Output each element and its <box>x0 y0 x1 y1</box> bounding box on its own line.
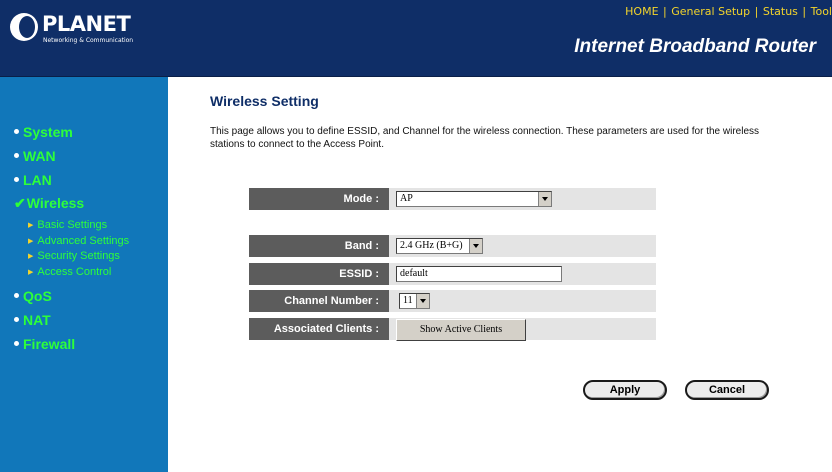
top-nav-status-link[interactable]: Status <box>763 5 798 18</box>
top-nav-tool-link[interactable]: Tool <box>811 5 832 18</box>
chevron-down-icon <box>469 239 482 253</box>
header-bar: PLANET Networking & Communication HOME |… <box>0 0 832 76</box>
product-title: Internet Broadband Router <box>574 36 816 57</box>
triangle-right-icon: ▶ <box>28 238 34 245</box>
sidebar-item-label: Wireless <box>26 195 85 211</box>
sidebar-item-qos[interactable]: QoS <box>14 288 52 305</box>
channel-select-value: 11 <box>403 295 413 306</box>
apply-button[interactable]: Apply <box>583 380 667 400</box>
sidebar-item-label: NAT <box>23 312 51 328</box>
dot-bullet-icon <box>14 128 19 134</box>
band-label: Band : <box>249 235 389 257</box>
top-nav-general-setup-link[interactable]: General Setup <box>671 5 750 18</box>
top-nav-separator: | <box>802 5 807 18</box>
channel-label: Channel Number : <box>249 290 389 312</box>
checkmark-icon: ✔ <box>14 195 26 211</box>
essid-label: ESSID : <box>249 263 389 285</box>
sidebar-item-label: LAN <box>23 172 52 188</box>
dot-bullet-icon <box>14 316 19 322</box>
mode-select-value: AP <box>400 193 413 204</box>
sidebar-subitem-advanced-settings[interactable]: ▶ Advanced Settings <box>28 234 129 250</box>
cancel-button[interactable]: Cancel <box>685 380 769 400</box>
associated-clients-row: Associated Clients : Show Active Clients <box>249 318 656 341</box>
top-nav-separator: | <box>754 5 759 18</box>
page-title: Wireless Setting <box>210 93 319 109</box>
band-select-value: 2.4 GHz (B+G) <box>400 240 463 251</box>
triangle-right-icon: ▶ <box>28 253 34 260</box>
sidebar-subitem-access-control[interactable]: ▶ Access Control <box>28 265 111 281</box>
sidebar-item-label: WAN <box>23 148 56 164</box>
essid-row: ESSID : default <box>249 263 656 285</box>
essid-field[interactable]: default <box>396 266 562 282</box>
top-nav-home-link[interactable]: HOME <box>625 5 658 18</box>
main-content: Wireless Setting This page allows you to… <box>168 77 832 472</box>
band-row: Band : 2.4 GHz (B+G) <box>249 235 656 257</box>
sidebar: System WAN LAN ✔Wireless ▶ Basic Settings… <box>0 77 168 472</box>
sidebar-item-label: QoS <box>23 288 52 304</box>
top-nav: HOME | General Setup | Status | Tool <box>625 5 832 19</box>
triangle-right-icon: ▶ <box>28 269 34 276</box>
show-active-clients-button[interactable]: Show Active Clients <box>396 319 526 341</box>
associated-clients-label: Associated Clients : <box>249 318 389 340</box>
sidebar-subitem-label: Security Settings <box>37 250 120 262</box>
brand-tagline: Networking & Communication <box>43 37 134 44</box>
mode-row: Mode : AP <box>249 188 656 210</box>
sidebar-subitem-label: Access Control <box>37 266 112 278</box>
page-description: This page allows you to define ESSID, an… <box>210 126 759 150</box>
sidebar-subitem-label: Advanced Settings <box>37 235 130 247</box>
dot-bullet-icon <box>14 176 19 182</box>
channel-row: Channel Number : 11 <box>249 290 656 312</box>
top-nav-separator: | <box>663 5 667 18</box>
sidebar-item-nat[interactable]: NAT <box>14 312 51 329</box>
dot-bullet-icon <box>14 152 19 158</box>
sidebar-subitem-basic-settings[interactable]: ▶ Basic Settings <box>28 218 107 234</box>
sidebar-item-wireless[interactable]: ✔Wireless <box>14 195 84 212</box>
sidebar-subitem-label: Basic Settings <box>37 219 108 231</box>
sidebar-item-label: System <box>23 124 73 140</box>
mode-select[interactable]: AP <box>396 191 552 207</box>
chevron-down-icon <box>416 294 429 308</box>
sidebar-item-label: Firewall <box>23 336 76 352</box>
sidebar-item-lan[interactable]: LAN <box>14 172 52 189</box>
mode-label: Mode : <box>249 188 389 210</box>
sidebar-item-system[interactable]: System <box>14 124 73 141</box>
dot-bullet-icon <box>14 340 19 346</box>
logo-ball-icon <box>10 13 38 41</box>
channel-select[interactable]: 11 <box>399 293 430 309</box>
dot-bullet-icon <box>14 292 19 298</box>
band-select[interactable]: 2.4 GHz (B+G) <box>396 238 483 254</box>
chevron-down-icon <box>538 192 551 206</box>
brand-name: PLANET <box>42 12 131 36</box>
planet-logo: PLANET Networking & Communication <box>10 9 150 49</box>
sidebar-item-wan[interactable]: WAN <box>14 148 56 165</box>
sidebar-subitem-security-settings[interactable]: ▶ Security Settings <box>28 249 120 265</box>
triangle-right-icon: ▶ <box>28 222 34 229</box>
sidebar-item-firewall[interactable]: Firewall <box>14 336 75 353</box>
